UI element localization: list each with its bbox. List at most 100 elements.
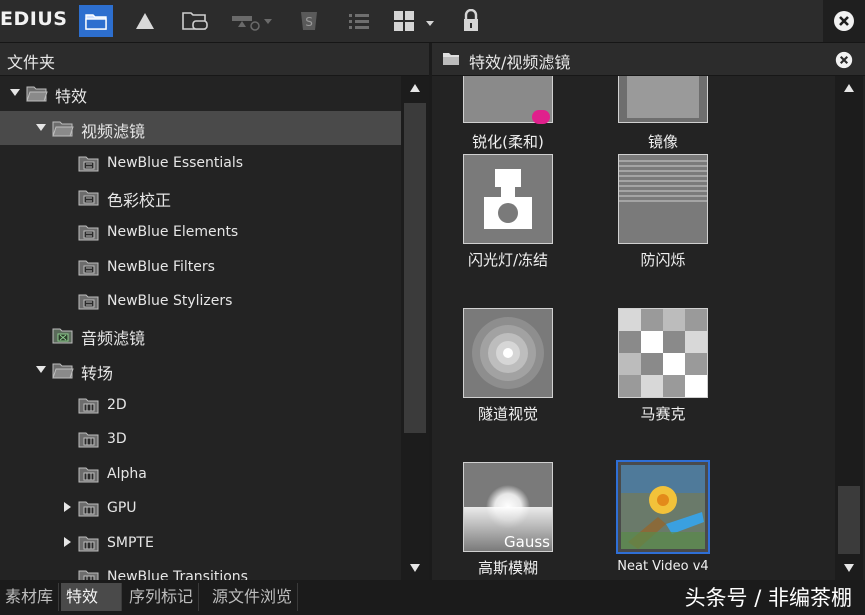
tree-item-label: 2D [107,397,127,413]
effect-thumbnail-mirror[interactable] [618,76,708,123]
effects-grid-scrollbar[interactable] [835,76,863,580]
effect-label: 锐化(柔和) [472,133,544,151]
add-effect-dropdown-icon [232,16,272,31]
scroll-up-button[interactable] [401,76,429,100]
effect-label: 防闪烁 [640,251,686,269]
tab-effects[interactable]: 特效 [61,583,122,611]
tree-item-label: 特效 [55,87,88,106]
effects-triangle-icon [136,13,154,29]
expand-arrow-down-icon[interactable] [36,122,46,132]
tree-item-3d[interactable]: 3D [0,422,401,456]
expand-arrow-right-icon[interactable] [62,537,72,547]
effect-label: Neat Video v4 [617,559,709,574]
tab-sequence-markers[interactable]: 序列标记 [124,583,200,611]
tree-item-label: NewBlue Transitions [107,569,248,580]
folder-icon [85,14,107,30]
tab-bin[interactable]: 素材库 [0,583,60,611]
effect-thumbnail-strobe[interactable] [463,154,553,244]
scroll-thumb[interactable] [404,103,426,433]
effect-label: 马赛克 [640,405,686,423]
camera-flash-icon [464,155,552,243]
effect-label: 镜像 [647,133,678,151]
s-badge-icon: S [301,12,317,30]
tab-source-browser[interactable]: 源文件浏览 [207,583,299,611]
grid-view-button[interactable] [390,5,440,37]
tree-item-newblue-filters[interactable]: NewBlue Filters [0,250,401,284]
arrow-down-icon [844,564,854,572]
tree-item-newblue-transitions[interactable]: NewBlue Transitions [0,560,401,580]
add-effect-button[interactable] [228,5,276,37]
folder-icon [443,53,459,65]
tree-item-label: 转场 [81,364,114,383]
scroll-up-button[interactable] [835,76,863,100]
tree-item-video-filters[interactable]: 视频滤镜 [0,111,401,145]
effect-label: 高斯模糊 [477,559,538,577]
close-icon [834,11,854,31]
folder-view-button[interactable] [79,5,113,37]
list-view-button[interactable] [342,5,376,37]
effect-label: 隧道视觉 [477,405,538,423]
transition-folder-icon [78,432,99,448]
filter-folder-icon [78,225,99,241]
folder-open-icon [52,121,74,137]
lock-button[interactable] [454,5,488,37]
expand-arrow-right-icon[interactable] [62,502,72,512]
folder-link-icon [182,12,208,30]
filter-folder-icon [78,260,99,276]
close-window-button[interactable] [823,0,865,42]
transition-folder-icon [78,467,99,483]
tree-item-audio-filters[interactable]: 音频滤镜 [0,318,401,352]
effect-thumbnail-tunnel-vision[interactable] [463,308,553,398]
transition-folder-icon [78,398,99,414]
tree-item-alpha[interactable]: Alpha [0,457,401,491]
expand-arrow-down-icon[interactable] [10,87,20,97]
tree-item-newblue-elements[interactable]: NewBlue Elements [0,215,401,249]
tree-item-effects[interactable]: 特效 [0,76,401,110]
effect-thumbnail-neat-video[interactable] [616,460,710,554]
folder-open-icon [52,363,74,379]
s-badge-button[interactable]: S [292,5,326,37]
scroll-thumb[interactable] [838,486,860,554]
audio-filter-folder-icon [52,328,73,344]
scroll-down-button[interactable] [401,556,429,580]
arrow-up-icon [844,84,854,92]
tree-item-label: Alpha [107,466,147,482]
folder-tree-scrollbar[interactable] [401,76,429,580]
arrow-down-icon [410,564,420,572]
watermark-text: 头条号 / 非编茶棚 [684,586,852,610]
tree-item-label: 3D [107,431,127,447]
expand-arrow-down-icon[interactable] [36,364,46,374]
effects-browser-panel: 特效/视频滤镜 锐化(柔和) 镜像 闪光灯/冻结 防闪烁 隧道视觉 马赛克 Ga… [432,43,865,580]
tree-item-label: 音频滤镜 [81,329,146,348]
effects-button[interactable] [128,5,162,37]
tree-item-label: NewBlue Elements [107,224,239,240]
tree-item-newblue-stylizers[interactable]: NewBlue Stylizers [0,284,401,318]
close-icon[interactable] [835,51,853,69]
tree-item-newblue-essentials[interactable]: NewBlue Essentials [0,146,401,180]
transition-folder-icon [78,501,99,517]
bottom-tab-bar: 素材库 特效 序列标记 源文件浏览 头条号 / 非编茶棚 [0,580,865,615]
effects-browser-title: 特效/视频滤镜 [469,53,571,72]
scroll-down-button[interactable] [835,556,863,580]
list-view-icon [349,14,369,29]
filter-folder-icon [78,294,99,310]
tree-item-2d[interactable]: 2D [0,388,401,422]
folder-open-icon [26,86,48,102]
effect-thumbnail-anti-flicker[interactable] [618,154,708,244]
neat-video-logo [621,465,705,549]
tree-item-gpu[interactable]: GPU [0,491,401,525]
effect-thumbnail-mosaic[interactable] [618,308,708,398]
filter-folder-icon [78,190,99,206]
filter-folder-icon [78,156,99,172]
folder-link-button[interactable] [178,5,212,37]
effect-thumbnail-gaussian-blur[interactable]: Gauss [463,462,553,552]
effect-thumbnail-sharpen-soft[interactable] [463,76,553,124]
tree-item-transitions[interactable]: 转场 [0,353,401,387]
lock-icon [464,9,478,31]
arrow-up-icon [410,84,420,92]
tree-item-label: NewBlue Essentials [107,155,244,171]
tree-item-color-correction[interactable]: 色彩校正 [0,180,401,214]
tree-item-smpte[interactable]: SMPTE [0,526,401,560]
folder-tree: 特效 视频滤镜 NewBlue Essentials 色彩校正 NewBlue … [0,76,401,580]
transition-folder-icon [78,570,99,580]
